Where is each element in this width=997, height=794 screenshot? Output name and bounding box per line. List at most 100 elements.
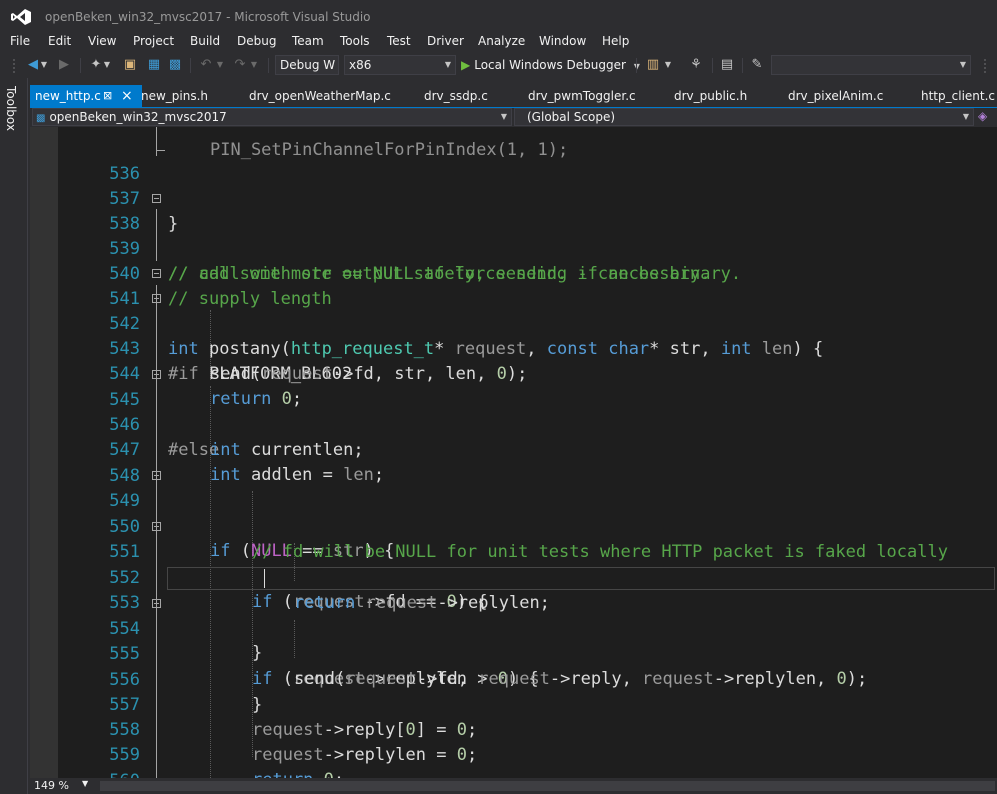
- find-combo[interactable]: ▼: [771, 55, 971, 75]
- scope-select[interactable]: (Global Scope) ▼: [514, 108, 974, 126]
- tab-new-http-c[interactable]: new_http.c ⊠ ×: [30, 85, 142, 107]
- collapse-icon[interactable]: [152, 269, 161, 278]
- toolbar-separator: [636, 58, 637, 73]
- tab-drv-openweathermap-c[interactable]: drv_openWeatherMap.c: [249, 85, 391, 107]
- code-line: 546 int currentlen;: [30, 388, 997, 460]
- tab-drv-pwmtoggler-c[interactable]: drv_pwmToggler.c: [528, 85, 636, 107]
- save-icon[interactable]: ▦: [146, 57, 162, 73]
- tab-drv-pixelanim-c[interactable]: drv_pixelAnim.c: [788, 85, 883, 107]
- code-line: 542 #if PLATFORM_BL602: [30, 287, 997, 384]
- collapse-icon[interactable]: [152, 194, 161, 203]
- tab-drv-ssdp-c[interactable]: drv_ssdp.c: [424, 85, 488, 107]
- title-bar: openBeken_win32_mvsc2017 - Microsoft Vis…: [0, 0, 997, 33]
- tab-label: drv_openWeatherMap.c: [249, 89, 391, 103]
- collapse-icon[interactable]: [152, 599, 161, 608]
- solution-configuration-select[interactable]: Debug W: [275, 55, 339, 75]
- toolbox-tab[interactable]: Toolbox: [4, 86, 18, 131]
- current-line-highlight: [167, 567, 995, 590]
- code-line: 555 send(request->fd, request->reply, re…: [30, 617, 997, 689]
- menu-view[interactable]: View: [88, 33, 116, 49]
- forward-icon[interactable]: ▶: [56, 57, 72, 73]
- menu-team[interactable]: Team: [292, 33, 324, 49]
- save-all-icon[interactable]: ▩: [167, 57, 183, 73]
- collapse-icon[interactable]: [152, 471, 161, 480]
- toolbox-strip: [0, 78, 28, 794]
- code-line: 550 // fd will be NULL for unit tests wh…: [30, 490, 997, 562]
- menu-test[interactable]: Test: [387, 33, 411, 49]
- undo-icon[interactable]: ↶: [198, 57, 214, 73]
- code-line: 538 // add some more output safely, send…: [30, 187, 997, 284]
- menu-debug[interactable]: Debug: [237, 33, 276, 49]
- step-icon[interactable]: ⚘: [688, 57, 704, 73]
- visual-studio-logo-icon: [11, 9, 31, 25]
- new-project-dropdown-icon[interactable]: ▼: [103, 57, 111, 73]
- solution-platform-value: x86: [349, 58, 372, 72]
- run-target-label: Local Windows Debugger: [474, 58, 626, 72]
- chevron-down-icon: ▼: [500, 112, 507, 121]
- tab-label: new_pins.h: [141, 89, 209, 103]
- undo-dropdown-icon[interactable]: ▼: [216, 57, 224, 73]
- menu-window[interactable]: Window: [539, 33, 586, 49]
- code-line: 547 int addlen = len;: [30, 413, 997, 485]
- tab-http-client-c[interactable]: http_client.c: [921, 85, 995, 107]
- solution-platform-select[interactable]: x86 ▼: [344, 55, 456, 75]
- open-file-icon[interactable]: ▣: [122, 57, 138, 73]
- code-line: 556 }: [30, 643, 997, 715]
- menu-tools[interactable]: Tools: [340, 33, 370, 49]
- chevron-down-icon[interactable]: ▼: [82, 779, 88, 788]
- code-line: 557 request->reply[0] = 0;: [30, 668, 997, 740]
- code-line: 559 return 0;: [30, 718, 997, 778]
- pin-icon[interactable]: ⊠: [103, 85, 112, 107]
- redo-dropdown-icon[interactable]: ▼: [250, 57, 258, 73]
- code-line: 548: [30, 439, 997, 486]
- toolbar-separator: [742, 58, 743, 73]
- menu-help[interactable]: Help: [602, 33, 629, 49]
- menu-build[interactable]: Build: [190, 33, 220, 49]
- code-line: 551 if (request->fd == 0) {: [30, 515, 997, 612]
- menu-project[interactable]: Project: [133, 33, 174, 49]
- toolbar-separator: [268, 58, 269, 73]
- comment-icon[interactable]: ▤: [719, 57, 735, 73]
- tab-label: http_client.c: [921, 89, 996, 103]
- start-debugging-button[interactable]: ▶Local Windows Debugger ▼: [461, 55, 640, 75]
- horizontal-scrollbar[interactable]: [100, 781, 995, 791]
- close-icon[interactable]: ×: [121, 85, 133, 107]
- tab-label: drv_public.h: [674, 89, 748, 103]
- member-icon[interactable]: ◈: [978, 109, 987, 123]
- code-line: 543 send(request->fd, str, len, 0);: [30, 312, 997, 384]
- code-line: 544 return 0;: [30, 337, 997, 409]
- project-select[interactable]: ▩ openBeken_win32_mvsc2017 ▼: [32, 108, 512, 126]
- tab-drv-public-h[interactable]: drv_public.h: [674, 85, 747, 107]
- redo-icon[interactable]: ↷: [232, 57, 248, 73]
- scope-value: (Global Scope): [527, 110, 616, 124]
- collapse-icon[interactable]: [152, 522, 161, 531]
- standard-toolbar: ◀ ▼ ▶ ✦ ▼ ▣ ▦ ▩ ↶ ▼ ↷ ▼ Debug W x86 ▼ ▶ L…: [0, 53, 997, 78]
- code-editor[interactable]: PIN_SetPinChannelForPinIndex(1, 1); 536 …: [30, 127, 997, 778]
- browse-icon[interactable]: ▥: [645, 57, 661, 73]
- current-code-line: 553 }: [30, 566, 997, 663]
- document-tab-bar: new_http.c ⊠ × new_pins.h drv_openWeathe…: [30, 85, 997, 109]
- tab-label: drv_ssdp.c: [424, 89, 488, 103]
- toolbar-grip-icon[interactable]: [983, 58, 987, 73]
- toolbar-grip-icon[interactable]: [12, 58, 16, 73]
- code-line: 558 request->replylen = 0;: [30, 693, 997, 765]
- tab-new-pins-h[interactable]: new_pins.h: [141, 85, 208, 107]
- back-icon[interactable]: ◀: [25, 57, 41, 73]
- collapse-icon[interactable]: [152, 370, 161, 379]
- code-line: 541 int postany(http_request_t* request,…: [30, 262, 997, 359]
- code-line-partial: 561: [30, 769, 997, 778]
- toolbar-separator: [712, 58, 713, 73]
- zoom-level[interactable]: 149 %: [34, 779, 69, 792]
- new-project-icon[interactable]: ✦: [88, 57, 104, 73]
- browse-dropdown-icon[interactable]: ▼: [664, 57, 672, 73]
- text-caret: [264, 569, 265, 588]
- collapse-icon[interactable]: [152, 294, 161, 303]
- back-dropdown-icon[interactable]: ▼: [40, 57, 48, 73]
- menu-edit[interactable]: Edit: [48, 33, 71, 49]
- menu-driver[interactable]: Driver: [427, 33, 464, 49]
- pencil-icon[interactable]: ✎: [749, 57, 765, 73]
- code-line: 549 if (NULL == str) {: [30, 464, 997, 561]
- menu-analyze[interactable]: Analyze: [478, 33, 525, 49]
- menu-file[interactable]: File: [10, 33, 30, 49]
- window-title: openBeken_win32_mvsc2017 - Microsoft Vis…: [45, 10, 371, 24]
